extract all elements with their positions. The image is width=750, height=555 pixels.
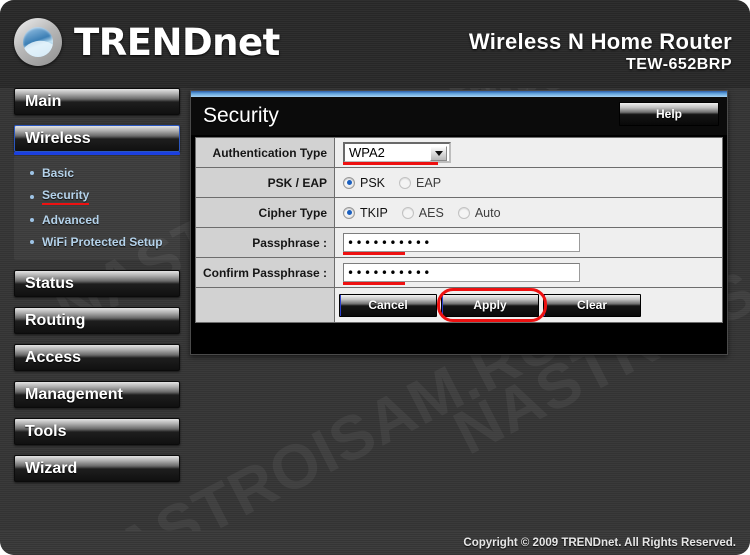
form-row-actions: Cancel Apply Clear [196,287,722,322]
clear-button[interactable]: Clear [543,293,641,317]
page-footer: Copyright © 2009 TRENDnet. All Rights Re… [0,531,750,555]
actions-spacer [196,288,335,322]
passphrase-input[interactable]: •••••••••• [343,233,580,252]
cancel-button-label: Cancel [368,298,408,312]
sidebar-nav: Main Wireless Basic Security Advanced Wi… [14,88,184,492]
apply-button[interactable]: Apply [441,293,539,317]
radio-psk[interactable]: PSK [343,176,385,190]
sidebar-item-label: Tools [25,422,67,440]
annotation-underline-auth-type [343,162,438,165]
psk-eap-label: PSK / EAP [196,168,335,197]
product-info: Wireless N Home Router TEW-652BRP [469,30,732,74]
confirm-passphrase-cell: •••••••••• [335,258,722,287]
sidebar-item-wizard[interactable]: Wizard [14,455,180,482]
sidebar-item-label: Wizard [25,459,78,477]
submenu-item-advanced[interactable]: Advanced [14,209,180,231]
page-header: TRENDnet Wireless N Home Router TEW-652B… [0,0,750,88]
submenu-item-label: Advanced [42,213,100,227]
submenu-item-security[interactable]: Security [14,184,180,209]
submenu-item-label: WiFi Protected Setup [42,235,163,249]
psk-eap-radio-group: PSK EAP [343,176,455,190]
trendnet-globe-icon [14,18,62,66]
sidebar-item-wireless[interactable]: Wireless [14,125,180,155]
cipher-type-label: Cipher Type [196,198,335,227]
psk-eap-cell: PSK EAP [335,168,722,197]
radio-psk-label: PSK [360,175,386,190]
security-form: Authentication Type WPA2 PSK / EAP PSK E… [195,137,723,323]
apply-button-label: Apply [473,298,507,312]
passphrase-value: •••••••••• [347,235,432,250]
radio-selected-icon [343,176,355,189]
confirm-passphrase-label: Confirm Passphrase : [196,258,335,287]
action-button-bar: Cancel Apply Clear [339,287,641,322]
copyright-text: Copyright © 2009 TRENDnet. All Rights Re… [463,537,736,549]
form-row-auth-type: Authentication Type WPA2 [196,138,722,168]
annotation-underline-confirm-passphrase [343,282,405,285]
form-row-cipher-type: Cipher Type TKIP AES Auto [196,198,722,228]
radio-aes[interactable]: AES [401,205,444,220]
content-panel: Security Help Authentication Type WPA2 P… [190,90,728,355]
sidebar-item-label: Main [25,92,62,110]
radio-aes-label: AES [418,205,444,220]
cipher-type-radio-group: TKIP AES Auto [343,206,515,220]
radio-tkip[interactable]: TKIP [343,206,388,220]
confirm-passphrase-value: •••••••••• [347,265,432,280]
sidebar-item-label: Status [25,274,74,292]
radio-eap[interactable]: EAP [399,176,441,190]
form-row-confirm-passphrase: Confirm Passphrase : •••••••••• [196,258,722,288]
auth-type-label: Authentication Type [196,138,335,167]
form-row-psk-eap: PSK / EAP PSK EAP [196,168,722,198]
sidebar-item-label: Routing [25,311,86,329]
sidebar-item-routing[interactable]: Routing [14,307,180,334]
sidebar-item-label: Wireless [25,129,91,147]
cancel-button[interactable]: Cancel [339,293,437,317]
brand-name: TRENDnet [74,20,280,64]
submenu-item-basic[interactable]: Basic [14,162,180,184]
radio-unselected-icon [457,206,470,219]
sidebar-item-main[interactable]: Main [14,88,180,115]
page-title: Security [203,104,279,127]
sidebar-item-label: Access [25,348,82,366]
radio-auto[interactable]: Auto [457,205,501,220]
cipher-type-cell: TKIP AES Auto [335,198,722,227]
annotation-underline-passphrase [343,252,405,255]
auth-type-cell: WPA2 [335,138,722,167]
radio-auto-label: Auto [474,205,501,220]
chevron-down-icon[interactable] [430,146,447,161]
bullet-icon [30,171,34,175]
wireless-submenu: Basic Security Advanced WiFi Protected S… [14,156,180,260]
actions-cell: Cancel Apply Clear [335,287,722,322]
clear-button-label: Clear [576,298,608,312]
panel-header: Security Help [191,97,727,135]
help-button-label: Help [655,107,682,121]
submenu-item-label: Basic [42,166,75,180]
radio-selected-icon [343,206,355,219]
bullet-icon [30,240,34,244]
product-name: Wireless N Home Router [468,29,732,54]
sidebar-item-access[interactable]: Access [14,344,180,371]
bullet-icon [30,218,34,222]
sidebar-item-management[interactable]: Management [14,381,180,408]
sidebar-item-status[interactable]: Status [14,270,180,297]
router-admin-page: NASTROISAM.RU NASTROISAM.RU NASTROISAM.R… [0,0,750,555]
submenu-item-label: Security [42,188,90,205]
radio-unselected-icon [401,206,414,219]
auth-type-value: WPA2 [349,145,385,160]
confirm-passphrase-input[interactable]: •••••••••• [343,263,580,282]
form-row-passphrase: Passphrase : •••••••••• [196,228,722,258]
product-model: TEW-652BRP [625,56,732,74]
sidebar-item-tools[interactable]: Tools [14,418,180,445]
brand-logo: TRENDnet [14,18,280,66]
bullet-icon [30,194,34,199]
help-button[interactable]: Help [619,102,719,126]
globe-inner-shape [23,27,53,57]
radio-unselected-icon [399,176,412,189]
sidebar-item-label: Management [25,385,123,403]
radio-tkip-label: TKIP [360,205,388,220]
passphrase-cell: •••••••••• [335,228,722,257]
passphrase-label: Passphrase : [196,228,335,257]
submenu-item-wifi-protected-setup[interactable]: WiFi Protected Setup [14,231,180,253]
auth-type-select[interactable]: WPA2 [343,142,451,163]
radio-eap-label: EAP [416,175,442,190]
